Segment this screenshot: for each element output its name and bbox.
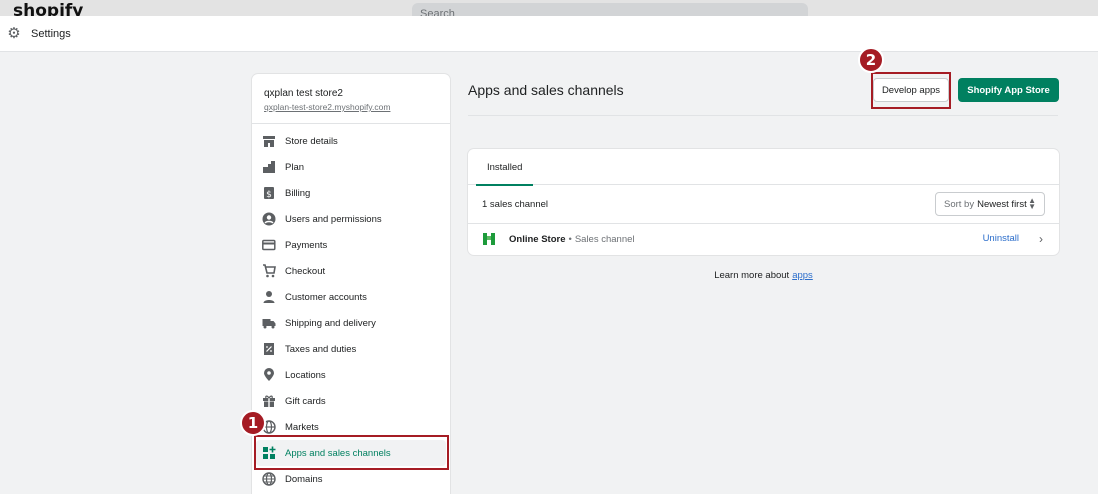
gear-icon: ⚙: [7, 24, 21, 42]
globe-icon: [262, 472, 276, 486]
user-circle-icon: [262, 212, 276, 226]
billing-icon: $: [262, 186, 276, 200]
search-placeholder: Search: [420, 8, 455, 16]
sidebar-item-taxes-duties[interactable]: Taxes and duties: [252, 336, 450, 362]
sidebar-item-label: Shipping and delivery: [285, 317, 376, 329]
sidebar-item-label: Locations: [285, 369, 326, 381]
store-icon: [262, 134, 276, 148]
store-url[interactable]: qxplan-test-store2.myshopify.com: [264, 102, 438, 112]
cart-icon: [262, 264, 276, 278]
sidebar-item-gift-cards[interactable]: Gift cards: [252, 388, 450, 414]
svg-text:$: $: [266, 190, 272, 200]
section-title: Apps and sales channels: [468, 82, 624, 98]
sort-prefix: Sort by: [944, 198, 975, 210]
learn-more-text: Learn more about: [714, 270, 790, 281]
sidebar-item-customer-accounts[interactable]: Customer accounts: [252, 284, 450, 310]
list-item[interactable]: Online Store • Sales channel Uninstall ›: [468, 224, 1059, 254]
apps-card: Installed 1 sales channel Sort by Newest…: [468, 149, 1059, 255]
sidebar-item-plan[interactable]: Plan: [252, 154, 450, 180]
truck-icon: [262, 316, 276, 330]
channel-count: 1 sales channel: [482, 198, 549, 210]
sidebar-item-label: Users and permissions: [285, 213, 382, 225]
payments-icon: [262, 238, 276, 252]
sidebar-item-label: Billing: [285, 187, 311, 199]
chevron-right-icon[interactable]: ›: [1039, 232, 1043, 246]
store-info: qxplan test store2 qxplan-test-store2.my…: [252, 74, 450, 124]
customer-icon: [262, 290, 276, 304]
app-name: Online Store: [509, 233, 566, 245]
sidebar-item-locations[interactable]: Locations: [252, 362, 450, 388]
sidebar-item-label: Gift cards: [285, 395, 326, 407]
sidebar-item-label: Domains: [285, 473, 323, 485]
sidebar-item-billing[interactable]: $ Billing: [252, 180, 450, 206]
sidebar-item-label: Customer accounts: [285, 291, 367, 303]
settings-header: ⚙ Settings: [0, 16, 1098, 52]
tax-icon: [262, 342, 276, 356]
plan-icon: [262, 160, 276, 174]
sidebar-item-label: Markets: [285, 421, 319, 433]
sidebar-item-users-permissions[interactable]: Users and permissions: [252, 206, 450, 232]
sort-select[interactable]: Sort by Newest first ▲ ▼: [935, 192, 1045, 216]
sidebar-item-label: Taxes and duties: [285, 343, 357, 355]
sidebar-item-label: Payments: [285, 239, 328, 251]
sidebar-item-payments[interactable]: Payments: [252, 232, 450, 258]
brand-name: shopify: [13, 1, 84, 17]
online-store-icon: [483, 233, 495, 245]
sort-arrows-icon: ▲ ▼: [1028, 196, 1036, 211]
page-title: Settings: [31, 27, 71, 40]
gift-icon: [262, 394, 276, 408]
shopify-logo[interactable]: shopify: [10, 1, 84, 17]
app-separator: •: [568, 233, 572, 245]
apps-link[interactable]: apps: [792, 270, 813, 281]
uninstall-link[interactable]: Uninstall: [983, 233, 1019, 244]
highlight-box-develop: [871, 72, 951, 109]
store-name: qxplan test store2: [264, 88, 343, 99]
step-badge-2: 2: [858, 47, 884, 73]
step-badge-1: 1: [240, 410, 266, 436]
location-pin-icon: [262, 368, 276, 382]
sidebar-item-store-details[interactable]: Store details: [252, 128, 450, 154]
sidebar-item-label: Checkout: [285, 265, 326, 277]
top-bar: shopify Search: [0, 0, 1098, 16]
sidebar-item-label: Plan: [285, 161, 305, 173]
sort-value: Newest first: [977, 198, 1027, 210]
title-divider: [468, 115, 1058, 116]
tab-installed[interactable]: Installed: [476, 149, 534, 186]
learn-more: Learn more about apps: [468, 270, 1059, 281]
sidebar-item-label: Store details: [285, 135, 338, 147]
shopify-app-store-button[interactable]: Shopify App Store: [958, 78, 1059, 102]
sidebar-item-checkout[interactable]: Checkout: [252, 258, 450, 284]
search-input[interactable]: Search: [412, 3, 808, 16]
apps-tabs: Installed: [468, 149, 1059, 186]
highlight-box-apps: [254, 435, 449, 470]
app-type: Sales channel: [574, 233, 635, 245]
filter-bar: 1 sales channel Sort by Newest first ▲ ▼: [468, 185, 1059, 224]
settings-sidebar: qxplan test store2 qxplan-test-store2.my…: [252, 74, 450, 494]
sidebar-item-shipping-delivery[interactable]: Shipping and delivery: [252, 310, 450, 336]
